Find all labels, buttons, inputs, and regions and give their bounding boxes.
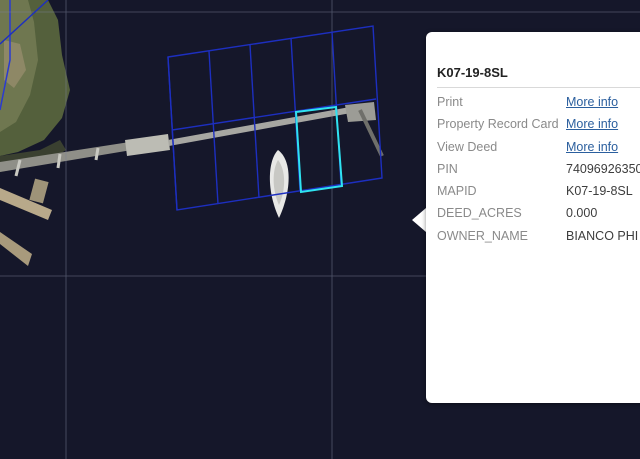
- attr-value: BIANCO PHI: [566, 228, 639, 243]
- attr-row-view-deed: View Deed More info: [437, 140, 640, 162]
- attr-key: OWNER_NAME: [437, 228, 528, 243]
- attr-row-pin: PIN 74096926350: [437, 162, 640, 184]
- attr-key: DEED_ACRES: [437, 206, 522, 221]
- attr-row-owner-name: OWNER_NAME BIANCO PHI: [437, 229, 640, 251]
- view-deed-more-info-link[interactable]: More info: [566, 140, 618, 154]
- attr-row-mapid: MAPID K07-19-8SL: [437, 184, 640, 206]
- popup-pointer: [412, 208, 426, 232]
- attr-row-deed-acres: DEED_ACRES 0.000: [437, 206, 640, 228]
- attr-value: K07-19-8SL: [566, 184, 633, 199]
- attr-key: MAPID: [437, 184, 477, 199]
- attr-key: View Deed: [437, 139, 498, 154]
- feature-popup: K07-19-8SL Print More info Property Reco…: [426, 32, 640, 403]
- print-more-info-link[interactable]: More info: [566, 95, 618, 109]
- attr-key: PIN: [437, 161, 458, 176]
- attr-row-property-record-card: Property Record Card More info: [437, 117, 640, 139]
- attribute-table: Print More info Property Record Card Mor…: [437, 95, 640, 251]
- attr-value: 0.000: [566, 206, 598, 221]
- attr-key: Property Record Card: [437, 117, 559, 132]
- property-record-card-more-info-link[interactable]: More info: [566, 117, 618, 131]
- attr-key: Print: [437, 95, 463, 109]
- popup-title: K07-19-8SL: [437, 65, 508, 80]
- popup-divider: [437, 87, 640, 88]
- attr-row-print: Print More info: [437, 95, 640, 117]
- attr-value: 74096926350: [566, 161, 640, 176]
